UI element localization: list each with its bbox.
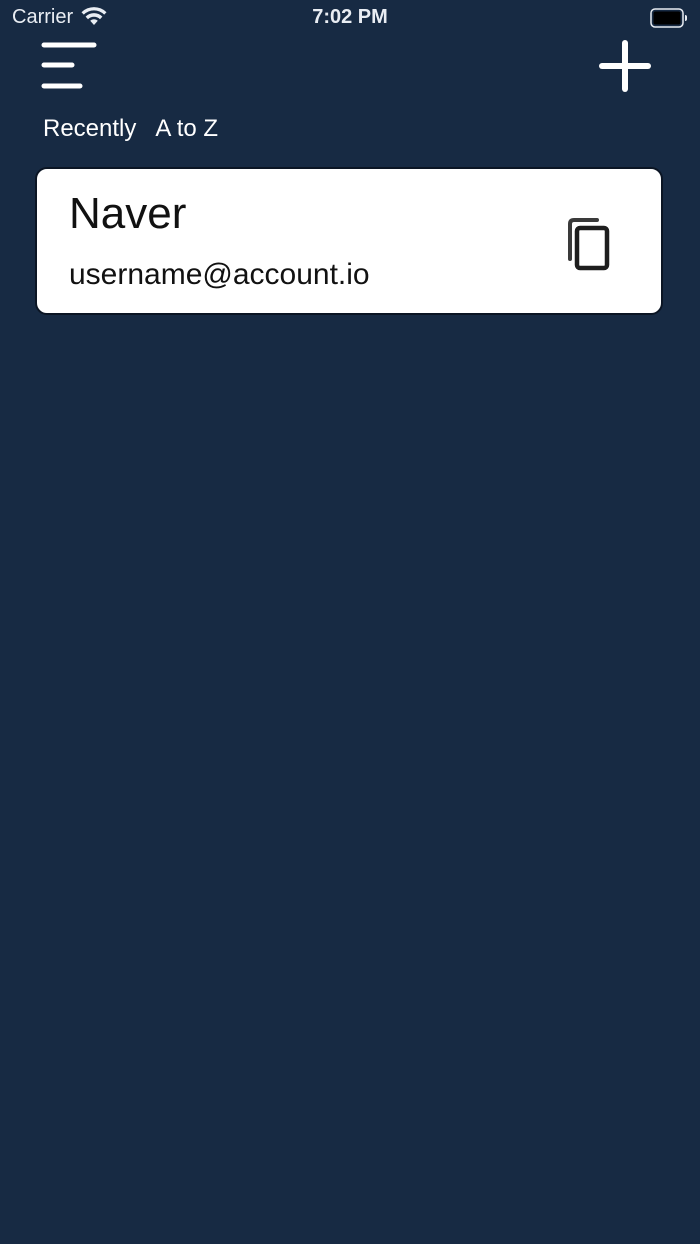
copy-button[interactable] xyxy=(563,215,615,273)
sort-tab-recently[interactable]: Recently xyxy=(43,114,136,144)
menu-icon xyxy=(38,38,102,94)
add-account-button[interactable] xyxy=(596,38,654,96)
sort-tabs: Recently A to Z xyxy=(43,114,218,144)
status-time: 7:02 PM xyxy=(312,6,388,28)
account-card[interactable]: Naver username@account.io xyxy=(35,167,663,315)
menu-button[interactable] xyxy=(38,38,102,94)
status-bar: Carrier 7:02 PM xyxy=(0,0,700,36)
copy-icon xyxy=(563,215,615,273)
sort-tab-a-to-z[interactable]: A to Z xyxy=(155,114,218,144)
plus-icon xyxy=(596,38,654,96)
battery-icon xyxy=(650,8,688,28)
account-username: username@account.io xyxy=(69,258,370,291)
account-title: Naver xyxy=(69,189,187,238)
